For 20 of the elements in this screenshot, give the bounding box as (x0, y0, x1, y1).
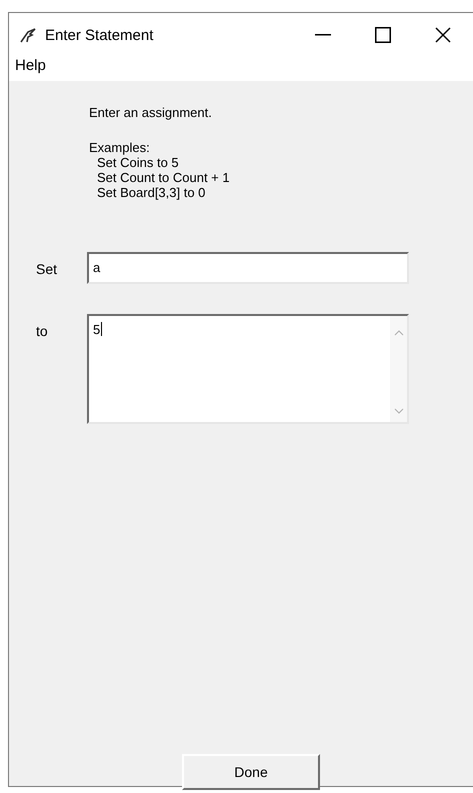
variable-field[interactable]: a (87, 252, 409, 284)
instruction-text: Enter an assignment. (89, 105, 213, 120)
minimize-icon (315, 34, 331, 36)
scroll-up-icon[interactable] (394, 330, 404, 336)
close-icon (435, 27, 451, 43)
feather-icon (19, 26, 37, 44)
maximize-icon (375, 27, 391, 43)
menu-item[interactable]: Help (13, 57, 48, 74)
text-caret (101, 322, 102, 336)
field-label: to (35, 322, 49, 339)
examples-heading: Examples: (89, 140, 151, 155)
value-textarea[interactable]: 5 (87, 314, 409, 424)
example-text: Set Board[3,3] to 0 (96, 185, 206, 200)
scrollbar[interactable] (390, 316, 407, 422)
example-text: Set Count to Count + 1 (96, 170, 231, 185)
field-label: Set (35, 260, 58, 277)
example-text: Set Coins to 5 (96, 155, 180, 170)
scroll-down-icon[interactable] (394, 408, 404, 414)
done-button[interactable]: Done (182, 754, 320, 790)
window-title: Enter Statement (45, 26, 154, 44)
